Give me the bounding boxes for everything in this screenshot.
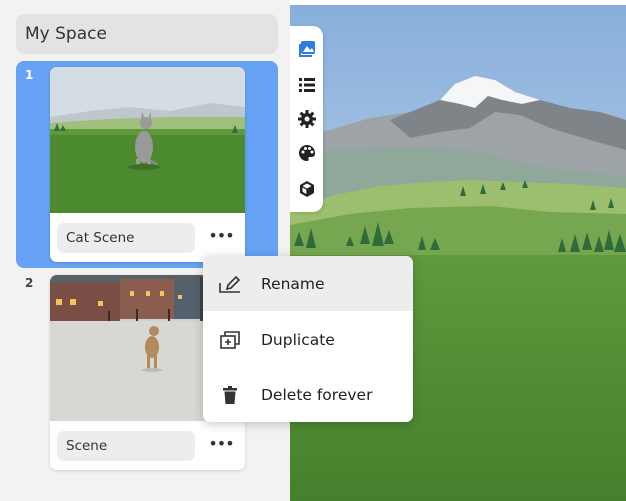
scene-name-field[interactable]: Scene — [57, 431, 195, 461]
more-options-button[interactable]: ••• — [206, 223, 236, 253]
menu-item-delete-forever[interactable]: Delete forever — [203, 367, 413, 422]
cube-icon[interactable] — [296, 178, 317, 199]
mountain-landscape-render — [290, 0, 626, 501]
space-title[interactable]: My Space — [16, 14, 278, 54]
scene-name-field[interactable]: Cat Scene — [57, 223, 195, 253]
menu-item-duplicate[interactable]: Duplicate — [203, 312, 413, 367]
scene-viewport[interactable] — [290, 0, 626, 501]
image-gallery-icon[interactable] — [296, 38, 317, 59]
list-icon[interactable] — [296, 74, 317, 95]
scene-card[interactable]: Cat Scene ••• — [50, 67, 245, 262]
menu-item-rename[interactable]: Rename — [203, 256, 413, 311]
trash-icon — [219, 384, 241, 406]
duplicate-icon — [219, 329, 241, 351]
scene-thumbnail — [50, 67, 245, 213]
scene-item[interactable]: 1 Cat Scene ••• — [16, 61, 278, 268]
menu-label: Rename — [261, 274, 325, 293]
gear-icon[interactable] — [296, 108, 317, 129]
scene-number: 2 — [25, 276, 34, 290]
menu-label: Delete forever — [261, 385, 373, 404]
context-menu: Rename Duplicate Delete forever — [203, 256, 413, 422]
scene-number: 1 — [25, 68, 34, 82]
menu-label: Duplicate — [261, 330, 335, 349]
rename-icon — [219, 273, 241, 295]
scenes-panel: My Space 1 Cat Scene ••• 2 Scene ••• — [0, 0, 290, 501]
palette-icon[interactable] — [296, 142, 317, 163]
more-options-button[interactable]: ••• — [206, 431, 236, 461]
side-toolbar — [290, 26, 323, 212]
